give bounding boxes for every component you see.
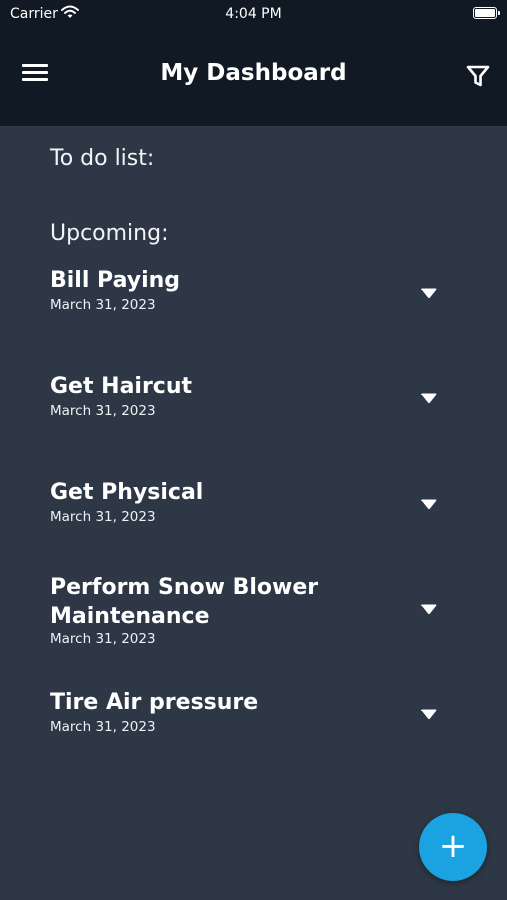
filter-icon[interactable] [465, 64, 491, 88]
task-date: March 31, 2023 [50, 297, 156, 313]
chevron-down-icon[interactable] [420, 393, 438, 405]
task-item[interactable]: Get Haircut March 31, 2023 [50, 372, 450, 419]
task-name: Get Physical [50, 480, 204, 505]
task-date: March 31, 2023 [50, 631, 156, 647]
task-item[interactable]: Get Physical March 31, 2023 [50, 478, 450, 525]
task-item[interactable]: Tire Air pressure March 31, 2023 [50, 688, 450, 735]
task-date: March 31, 2023 [50, 509, 156, 525]
task-item[interactable]: Bill Paying March 31, 2023 [50, 266, 450, 313]
plus-icon: + [438, 826, 468, 866]
chevron-down-icon[interactable] [420, 709, 438, 721]
task-name: Get Haircut [50, 374, 193, 399]
task-name: Bill Paying [50, 268, 181, 293]
task-date: March 31, 2023 [50, 719, 156, 735]
chevron-down-icon[interactable] [420, 604, 438, 616]
task-name: Tire Air pressure [50, 690, 259, 715]
task-date: March 31, 2023 [50, 403, 156, 419]
todo-list-label: To do list: [50, 146, 155, 171]
status-bar: Carrier 4:04 PM [0, 0, 507, 28]
add-task-button[interactable]: + [419, 813, 487, 881]
chevron-down-icon[interactable] [420, 288, 438, 300]
status-time: 4:04 PM [225, 6, 282, 22]
page-title: My Dashboard [160, 60, 347, 86]
chevron-down-icon[interactable] [420, 499, 438, 511]
task-name: Perform Snow Blower Maintenance [50, 575, 319, 629]
task-item[interactable]: Perform Snow Blower Maintenance March 31… [50, 573, 380, 647]
upcoming-label: Upcoming: [50, 221, 169, 246]
battery-icon [473, 7, 500, 19]
app-header: Carrier 4:04 PM My Dashboard [0, 0, 507, 126]
